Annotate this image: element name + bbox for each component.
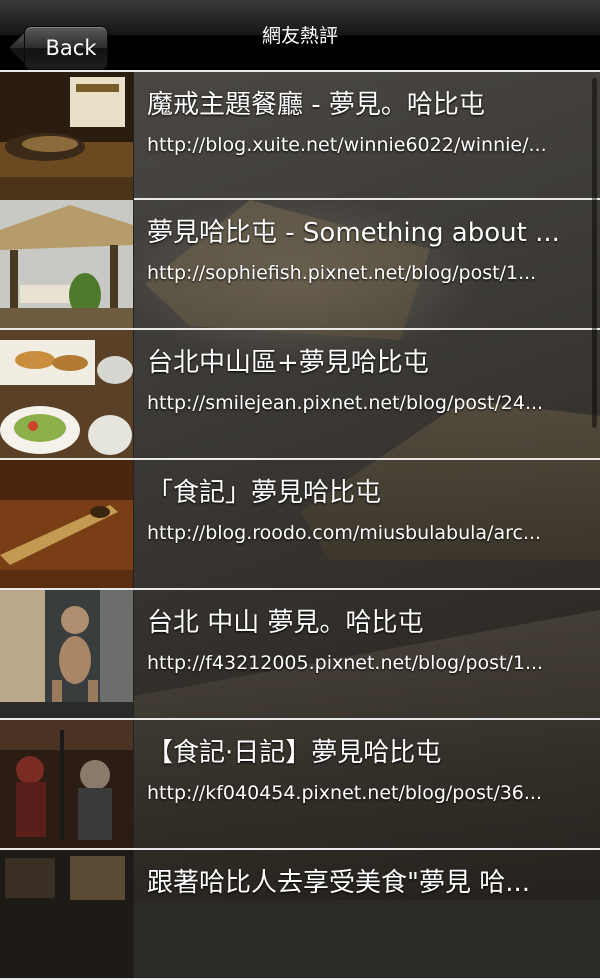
review-list: 魔戒主題餐廳 - 夢見。哈比屯 http://blog.xuite.net/wi… — [0, 70, 600, 980]
item-url: http://sophiefish.pixnet.net/blog/post/1… — [147, 262, 537, 284]
list-item[interactable]: 【食記·日記】夢見哈比屯 http://kf040454.pixnet.net/… — [0, 720, 600, 850]
sword-hilt-thumbnail — [0, 460, 134, 588]
list-item[interactable]: 台北中山區+夢見哈比屯 http://smilejean.pixnet.net/… — [0, 330, 600, 460]
back-button-wrapper[interactable]: Back — [12, 13, 108, 70]
list-item[interactable]: 台北 中山 夢見。哈比屯 http://f43212005.pixnet.net… — [0, 590, 600, 720]
item-title: 【食記·日記】夢見哈比屯 — [147, 738, 442, 768]
item-title: 台北中山區+夢見哈比屯 — [147, 348, 429, 378]
item-url: http://kf040454.pixnet.net/blog/post/36.… — [147, 782, 543, 804]
navigation-bar: Back 網友熱評 — [0, 0, 600, 72]
item-url: http://blog.roodo.com/miusbulabula/arc..… — [147, 522, 542, 544]
item-url: http://smilejean.pixnet.net/blog/post/24… — [147, 392, 544, 414]
item-title: 夢見哈比屯 - Something about ... — [147, 218, 560, 248]
item-title: 「食記」夢見哈比屯 — [147, 478, 382, 508]
interior-thumbnail — [0, 850, 134, 978]
list-item[interactable]: 跟著哈比人去享受美食"夢見 哈... — [0, 850, 600, 980]
back-button[interactable]: Back — [24, 26, 108, 70]
item-title: 台北 中山 夢見。哈比屯 — [147, 608, 424, 638]
list-item[interactable]: 魔戒主題餐廳 - 夢見。哈比屯 http://blog.xuite.net/wi… — [0, 70, 600, 200]
restaurant-table-thumbnail — [0, 72, 134, 200]
item-url: http://blog.xuite.net/winnie6022/winnie/… — [147, 134, 547, 156]
item-title: 魔戒主題餐廳 - 夢見。哈比屯 — [147, 90, 485, 120]
thatched-pavilion-thumbnail — [0, 200, 134, 328]
armor-figures-thumbnail — [0, 720, 134, 848]
scroll-indicator[interactable] — [592, 78, 597, 428]
item-url: http://f43212005.pixnet.net/blog/post/1.… — [147, 652, 544, 674]
item-title: 跟著哈比人去享受美食"夢見 哈... — [147, 868, 531, 898]
gollum-statue-thumbnail — [0, 590, 134, 718]
list-item[interactable]: 「食記」夢見哈比屯 http://blog.roodo.com/miusbula… — [0, 460, 600, 590]
food-plates-thumbnail — [0, 330, 134, 458]
list-item[interactable]: 夢見哈比屯 - Something about ... http://sophi… — [0, 200, 600, 330]
